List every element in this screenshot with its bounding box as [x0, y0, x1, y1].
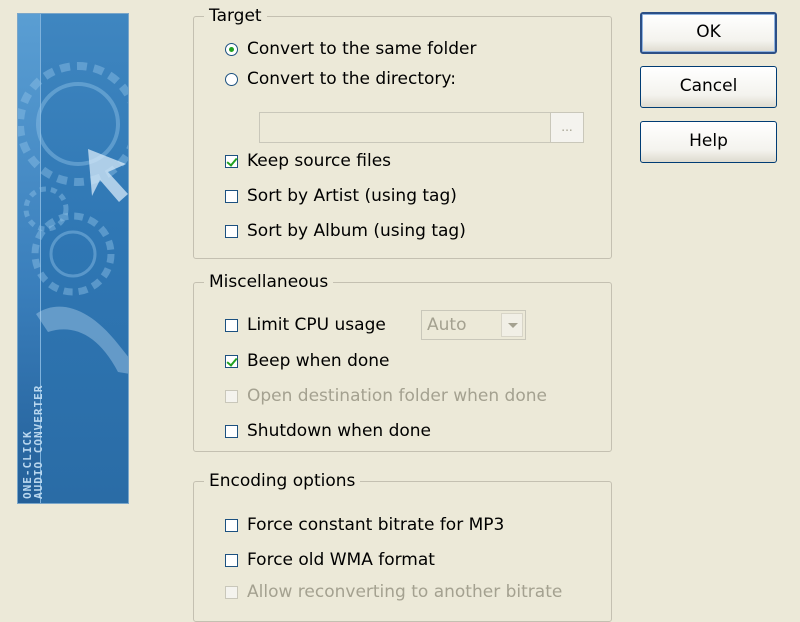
cancel-button[interactable]: Cancel — [640, 66, 777, 108]
beep-when-done-label: Beep when done — [247, 351, 390, 371]
convert-to-directory-option[interactable]: Convert to the directory: — [225, 68, 456, 90]
ok-button[interactable]: OK — [640, 12, 777, 54]
cpu-usage-dropdown[interactable]: Auto — [421, 310, 526, 340]
shutdown-when-done-option[interactable]: Shutdown when done — [225, 420, 431, 442]
force-constant-bitrate-checkbox[interactable] — [225, 518, 238, 532]
banner-line-2: AUDIO CONVERTER — [32, 384, 45, 499]
help-button[interactable]: Help — [640, 121, 777, 163]
open-destination-folder-checkbox — [225, 389, 238, 403]
sort-by-artist-option[interactable]: Sort by Artist (using tag) — [225, 185, 457, 207]
same-folder-label: Convert to the same folder — [247, 39, 477, 59]
encoding-options-group-title: Encoding options — [209, 471, 356, 491]
sort-by-album-label: Sort by Album (using tag) — [247, 221, 466, 241]
target-group-title: Target — [209, 6, 262, 26]
keep-source-files-option[interactable]: Keep source files — [225, 150, 391, 172]
directory-field[interactable] — [259, 112, 551, 143]
force-constant-bitrate-option[interactable]: Force constant bitrate for MP3 — [225, 514, 504, 536]
sort-by-album-option[interactable]: Sort by Album (using tag) — [225, 220, 466, 242]
allow-reconverting-checkbox — [225, 585, 238, 599]
target-group: Target Convert to the same folder Conver… — [193, 7, 612, 259]
product-name-vertical: ONE-CLICK AUDIO CONVERTER — [21, 329, 45, 499]
open-destination-folder-option: Open destination folder when done — [225, 385, 547, 407]
convert-same-folder-option[interactable]: Convert to the same folder — [225, 38, 476, 60]
beep-when-done-option[interactable]: Beep when done — [225, 350, 390, 372]
force-old-wma-label: Force old WMA format — [247, 550, 435, 570]
force-old-wma-option[interactable]: Force old WMA format — [225, 549, 435, 571]
sort-by-album-checkbox[interactable] — [225, 224, 238, 238]
directory-label: Convert to the directory: — [247, 69, 456, 89]
force-constant-bitrate-label: Force constant bitrate for MP3 — [247, 515, 505, 535]
keep-source-files-checkbox[interactable] — [225, 154, 238, 168]
limit-cpu-usage-checkbox[interactable] — [225, 318, 238, 332]
chevron-down-icon[interactable] — [501, 313, 523, 337]
force-old-wma-checkbox[interactable] — [225, 553, 238, 567]
product-banner: ONE-CLICK AUDIO CONVERTER — [17, 13, 129, 504]
sort-by-artist-checkbox[interactable] — [225, 189, 238, 203]
beep-when-done-checkbox[interactable] — [225, 354, 238, 368]
keep-source-files-label: Keep source files — [247, 151, 392, 171]
limit-cpu-usage-label: Limit CPU usage — [247, 315, 386, 335]
miscellaneous-group-title: Miscellaneous — [209, 272, 329, 292]
sort-by-artist-label: Sort by Artist (using tag) — [247, 186, 457, 206]
limit-cpu-usage-option[interactable]: Limit CPU usage — [225, 314, 386, 336]
cpu-usage-value: Auto — [427, 315, 467, 335]
open-destination-folder-label: Open destination folder when done — [247, 386, 547, 406]
shutdown-when-done-checkbox[interactable] — [225, 424, 238, 438]
allow-reconverting-label: Allow reconverting to another bitrate — [247, 582, 563, 602]
same-folder-radio[interactable] — [225, 42, 238, 56]
shutdown-when-done-label: Shutdown when done — [247, 421, 432, 441]
directory-radio[interactable] — [225, 72, 238, 86]
miscellaneous-group: Miscellaneous Limit CPU usage Auto Beep … — [193, 273, 612, 452]
browse-directory-button[interactable]: ... — [550, 112, 584, 143]
